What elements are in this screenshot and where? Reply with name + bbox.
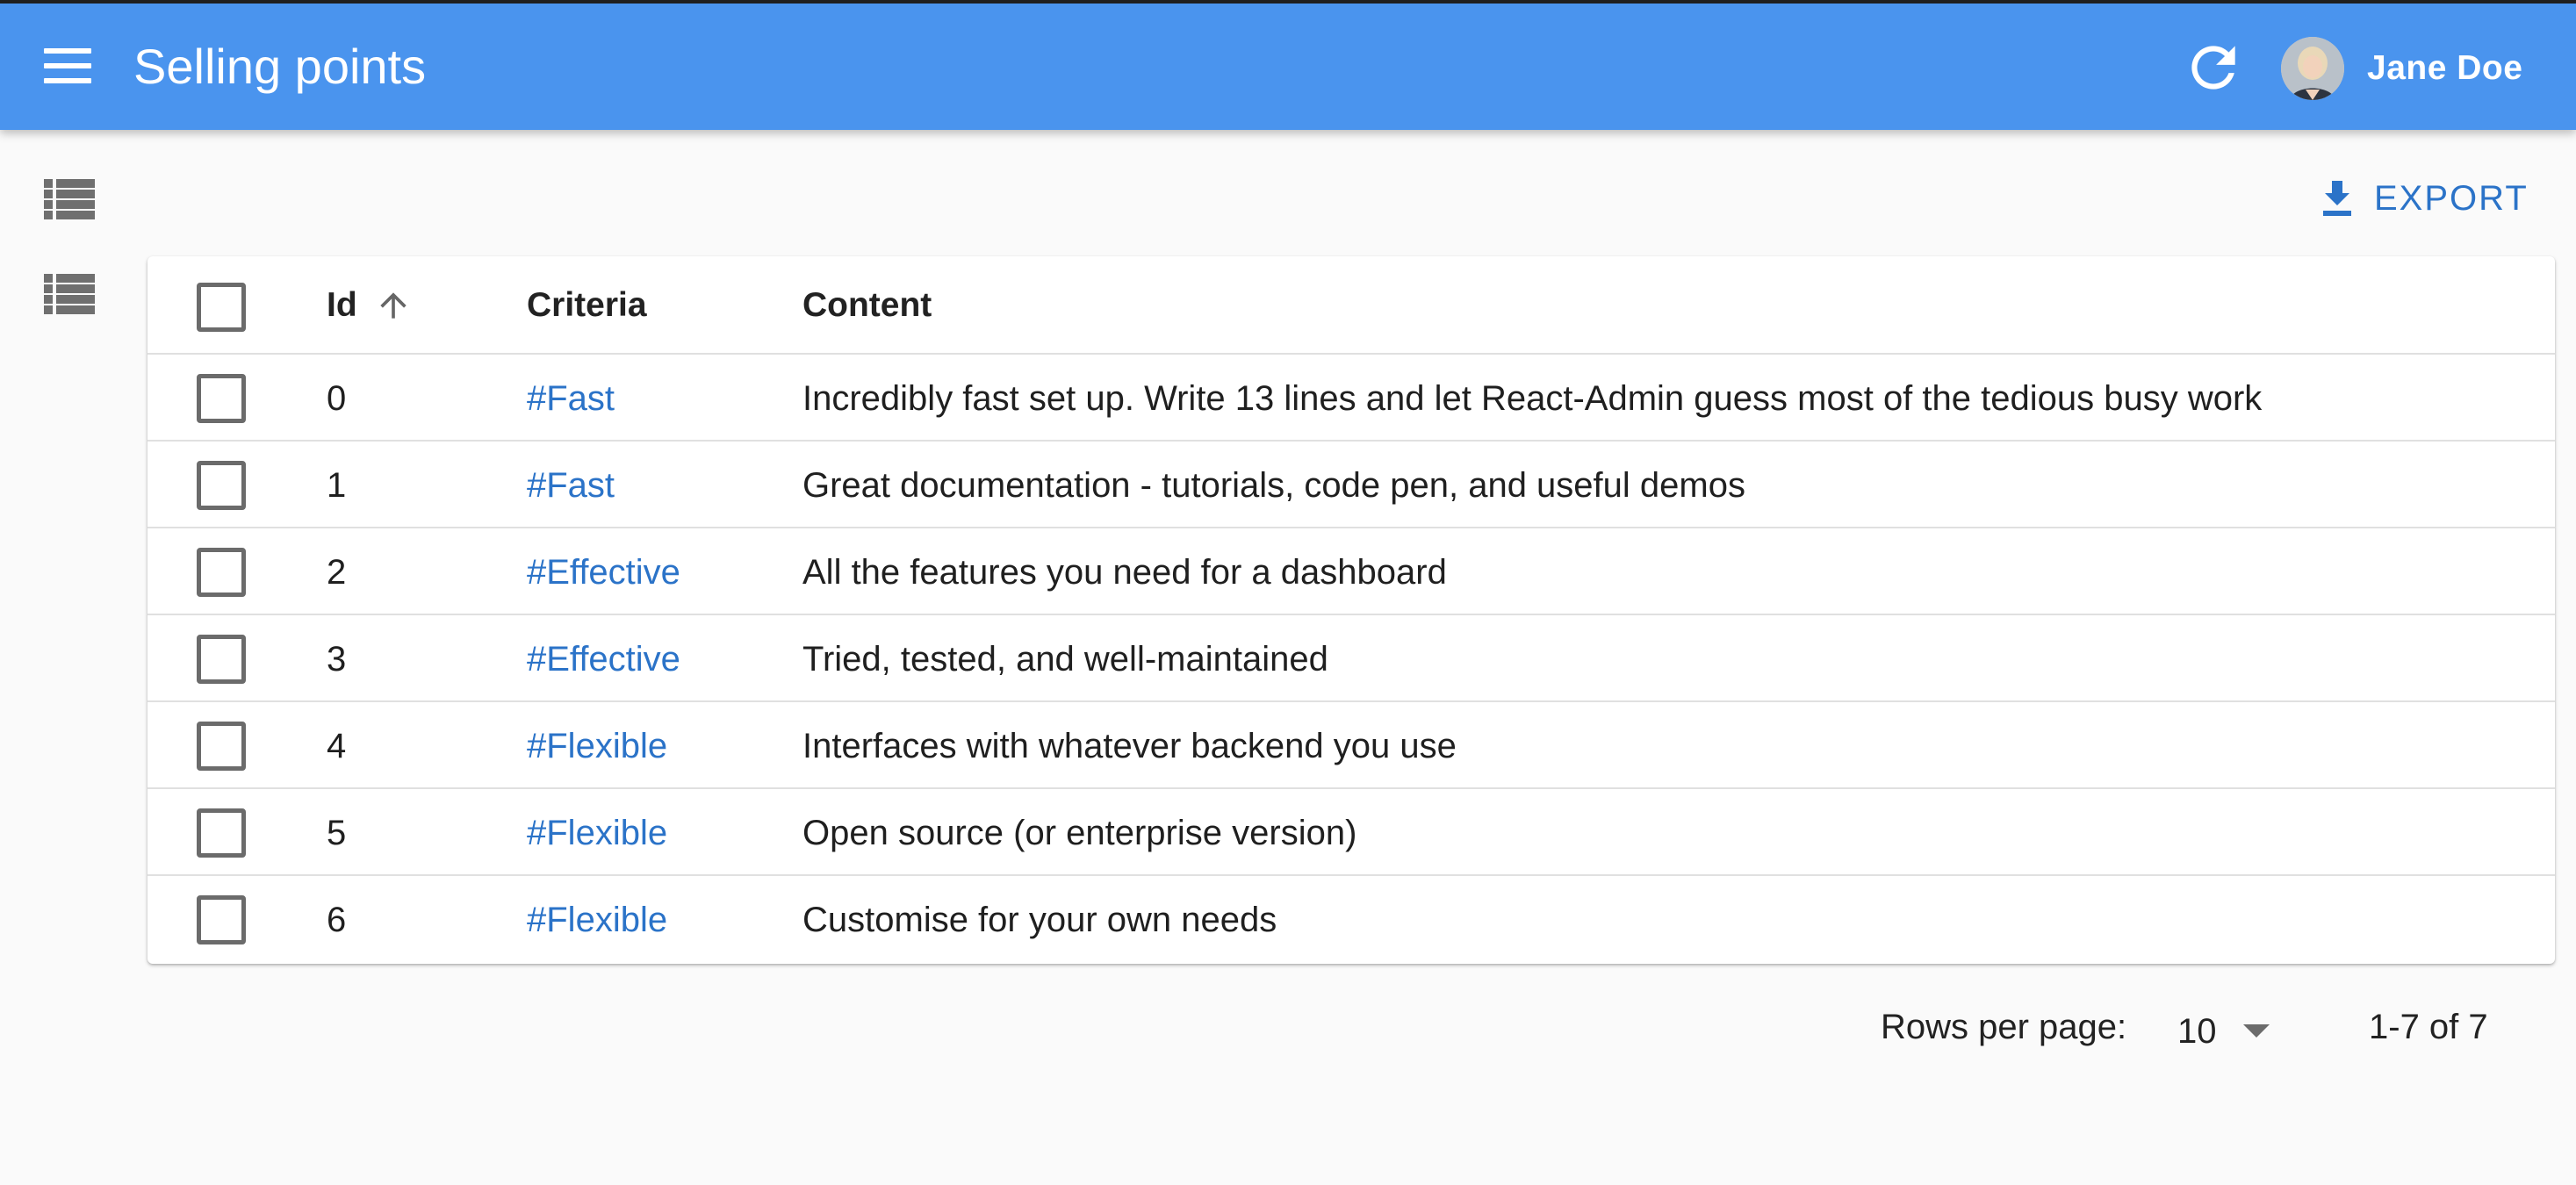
row-id: 0 (327, 379, 347, 418)
table-header: Id Criteria Content (148, 256, 2555, 355)
export-label: EXPORT (2374, 178, 2529, 218)
sort-arrow-up-icon[interactable] (374, 284, 413, 327)
rows-per-page-value: 10 (2177, 1011, 2217, 1051)
pagination-range: 1-7 of 7 (2369, 1008, 2488, 1046)
row-criteria-link[interactable]: #Flexible (527, 723, 667, 769)
row-checkbox[interactable] (197, 548, 246, 597)
row-id: 3 (327, 640, 347, 679)
row-criteria-link[interactable]: #Flexible (527, 897, 667, 943)
row-checkbox[interactable] (197, 635, 246, 684)
row-checkbox[interactable] (197, 374, 246, 423)
sidebar-item-list-2[interactable] (30, 258, 109, 328)
refresh-icon (2191, 46, 2235, 90)
page-title: Selling points (133, 39, 427, 94)
user-name: Jane Doe (2367, 49, 2523, 87)
table-row[interactable]: 0 #Fast Incredibly fast set up. Write 13… (148, 355, 2555, 442)
menu-icon-line-bottom (44, 78, 91, 83)
rows-per-page-select[interactable]: 10 (2177, 1008, 2270, 1055)
row-checkbox[interactable] (197, 808, 246, 858)
row-checkbox[interactable] (197, 895, 246, 944)
row-criteria-link[interactable]: #Flexible (527, 810, 667, 856)
row-content: Great documentation - tutorials, code pe… (802, 466, 1745, 505)
row-content: Tried, tested, and well-maintained (802, 640, 1328, 679)
row-id: 2 (327, 553, 347, 592)
row-content: Interfaces with whatever backend you use (802, 727, 1457, 765)
row-criteria-link[interactable]: #Fast (527, 463, 615, 508)
user-menu-button[interactable]: Jane Doe (2281, 35, 2522, 102)
export-button[interactable]: EXPORT (2320, 165, 2529, 232)
column-header-criteria[interactable]: Criteria (527, 283, 647, 328)
refresh-button[interactable] (2181, 35, 2246, 100)
data-table: Id Criteria Content 0 #Fast Incredibly f… (148, 256, 2555, 964)
table-row[interactable]: 3 #Effective Tried, tested, and well-mai… (148, 615, 2555, 702)
column-header-content[interactable]: Content (802, 283, 932, 328)
row-criteria-link[interactable]: #Effective (527, 549, 680, 595)
row-id: 5 (327, 814, 347, 852)
table-row[interactable]: 4 #Flexible Interfaces with whatever bac… (148, 702, 2555, 789)
table-row[interactable]: 5 #Flexible Open source (or enterprise v… (148, 789, 2555, 876)
column-header-id[interactable]: Id (327, 283, 357, 328)
row-content: All the features you need for a dashboar… (802, 553, 1447, 592)
menu-icon-line-top (44, 48, 91, 54)
row-id: 1 (327, 466, 347, 505)
list-icon (44, 179, 95, 219)
row-checkbox[interactable] (197, 722, 246, 771)
table-row[interactable]: 1 #Fast Great documentation - tutorials,… (148, 442, 2555, 528)
row-criteria-link[interactable]: #Fast (527, 376, 615, 421)
avatar (2281, 37, 2344, 100)
row-criteria-link[interactable]: #Effective (527, 636, 680, 682)
menu-button[interactable] (35, 43, 102, 94)
sidebar-item-list[interactable] (30, 163, 109, 233)
table-row[interactable]: 2 #Effective All the features you need f… (148, 528, 2555, 615)
rows-per-page-label: Rows per page: (1881, 1008, 2127, 1046)
download-icon (2323, 181, 2351, 216)
row-id: 4 (327, 727, 347, 765)
list-icon (44, 274, 95, 314)
menu-icon-line-middle (44, 63, 91, 68)
row-content: Open source (or enterprise version) (802, 814, 1357, 852)
select-all-checkbox[interactable] (197, 283, 246, 332)
row-id: 6 (327, 901, 347, 939)
app-bar: Selling points Jane Doe (0, 0, 2576, 130)
table-row[interactable]: 6 #Flexible Customise for your own needs (148, 876, 2555, 963)
user-avatar-icon (2281, 37, 2344, 100)
row-content: Customise for your own needs (802, 901, 1277, 939)
row-content: Incredibly fast set up. Write 13 lines a… (802, 379, 2263, 418)
row-checkbox[interactable] (197, 461, 246, 510)
dropdown-arrow-icon (2242, 1024, 2270, 1038)
